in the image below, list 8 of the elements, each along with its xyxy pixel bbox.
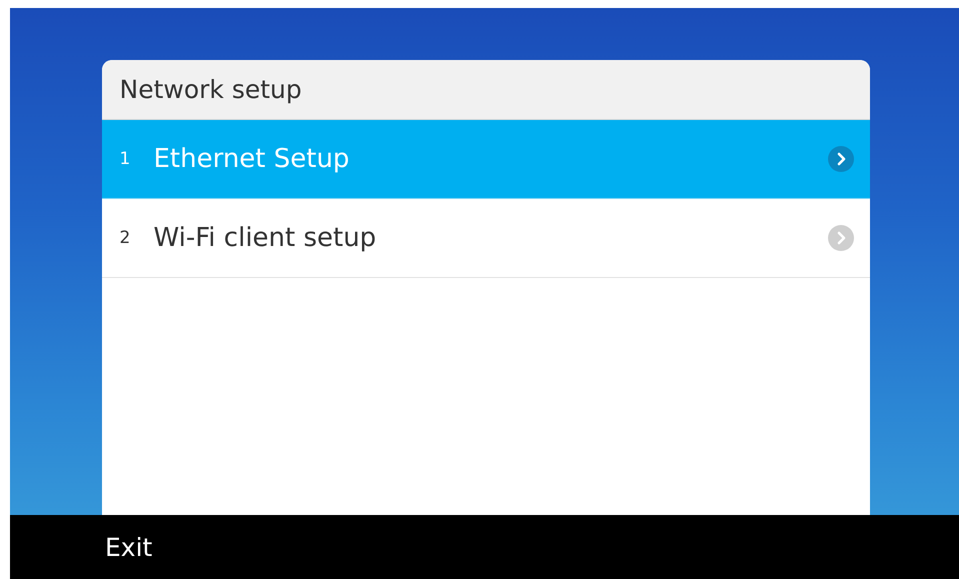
dialog-title: Network setup	[120, 75, 302, 104]
item-number: 1	[120, 149, 132, 169]
item-label: Wi-Fi client setup	[154, 223, 378, 253]
chevron-icon	[828, 146, 854, 172]
item-label: Ethernet Setup	[154, 144, 350, 174]
item-number: 2	[120, 228, 132, 248]
exit-softkey[interactable]: Exit	[105, 532, 152, 562]
chevron-icon	[828, 225, 854, 251]
